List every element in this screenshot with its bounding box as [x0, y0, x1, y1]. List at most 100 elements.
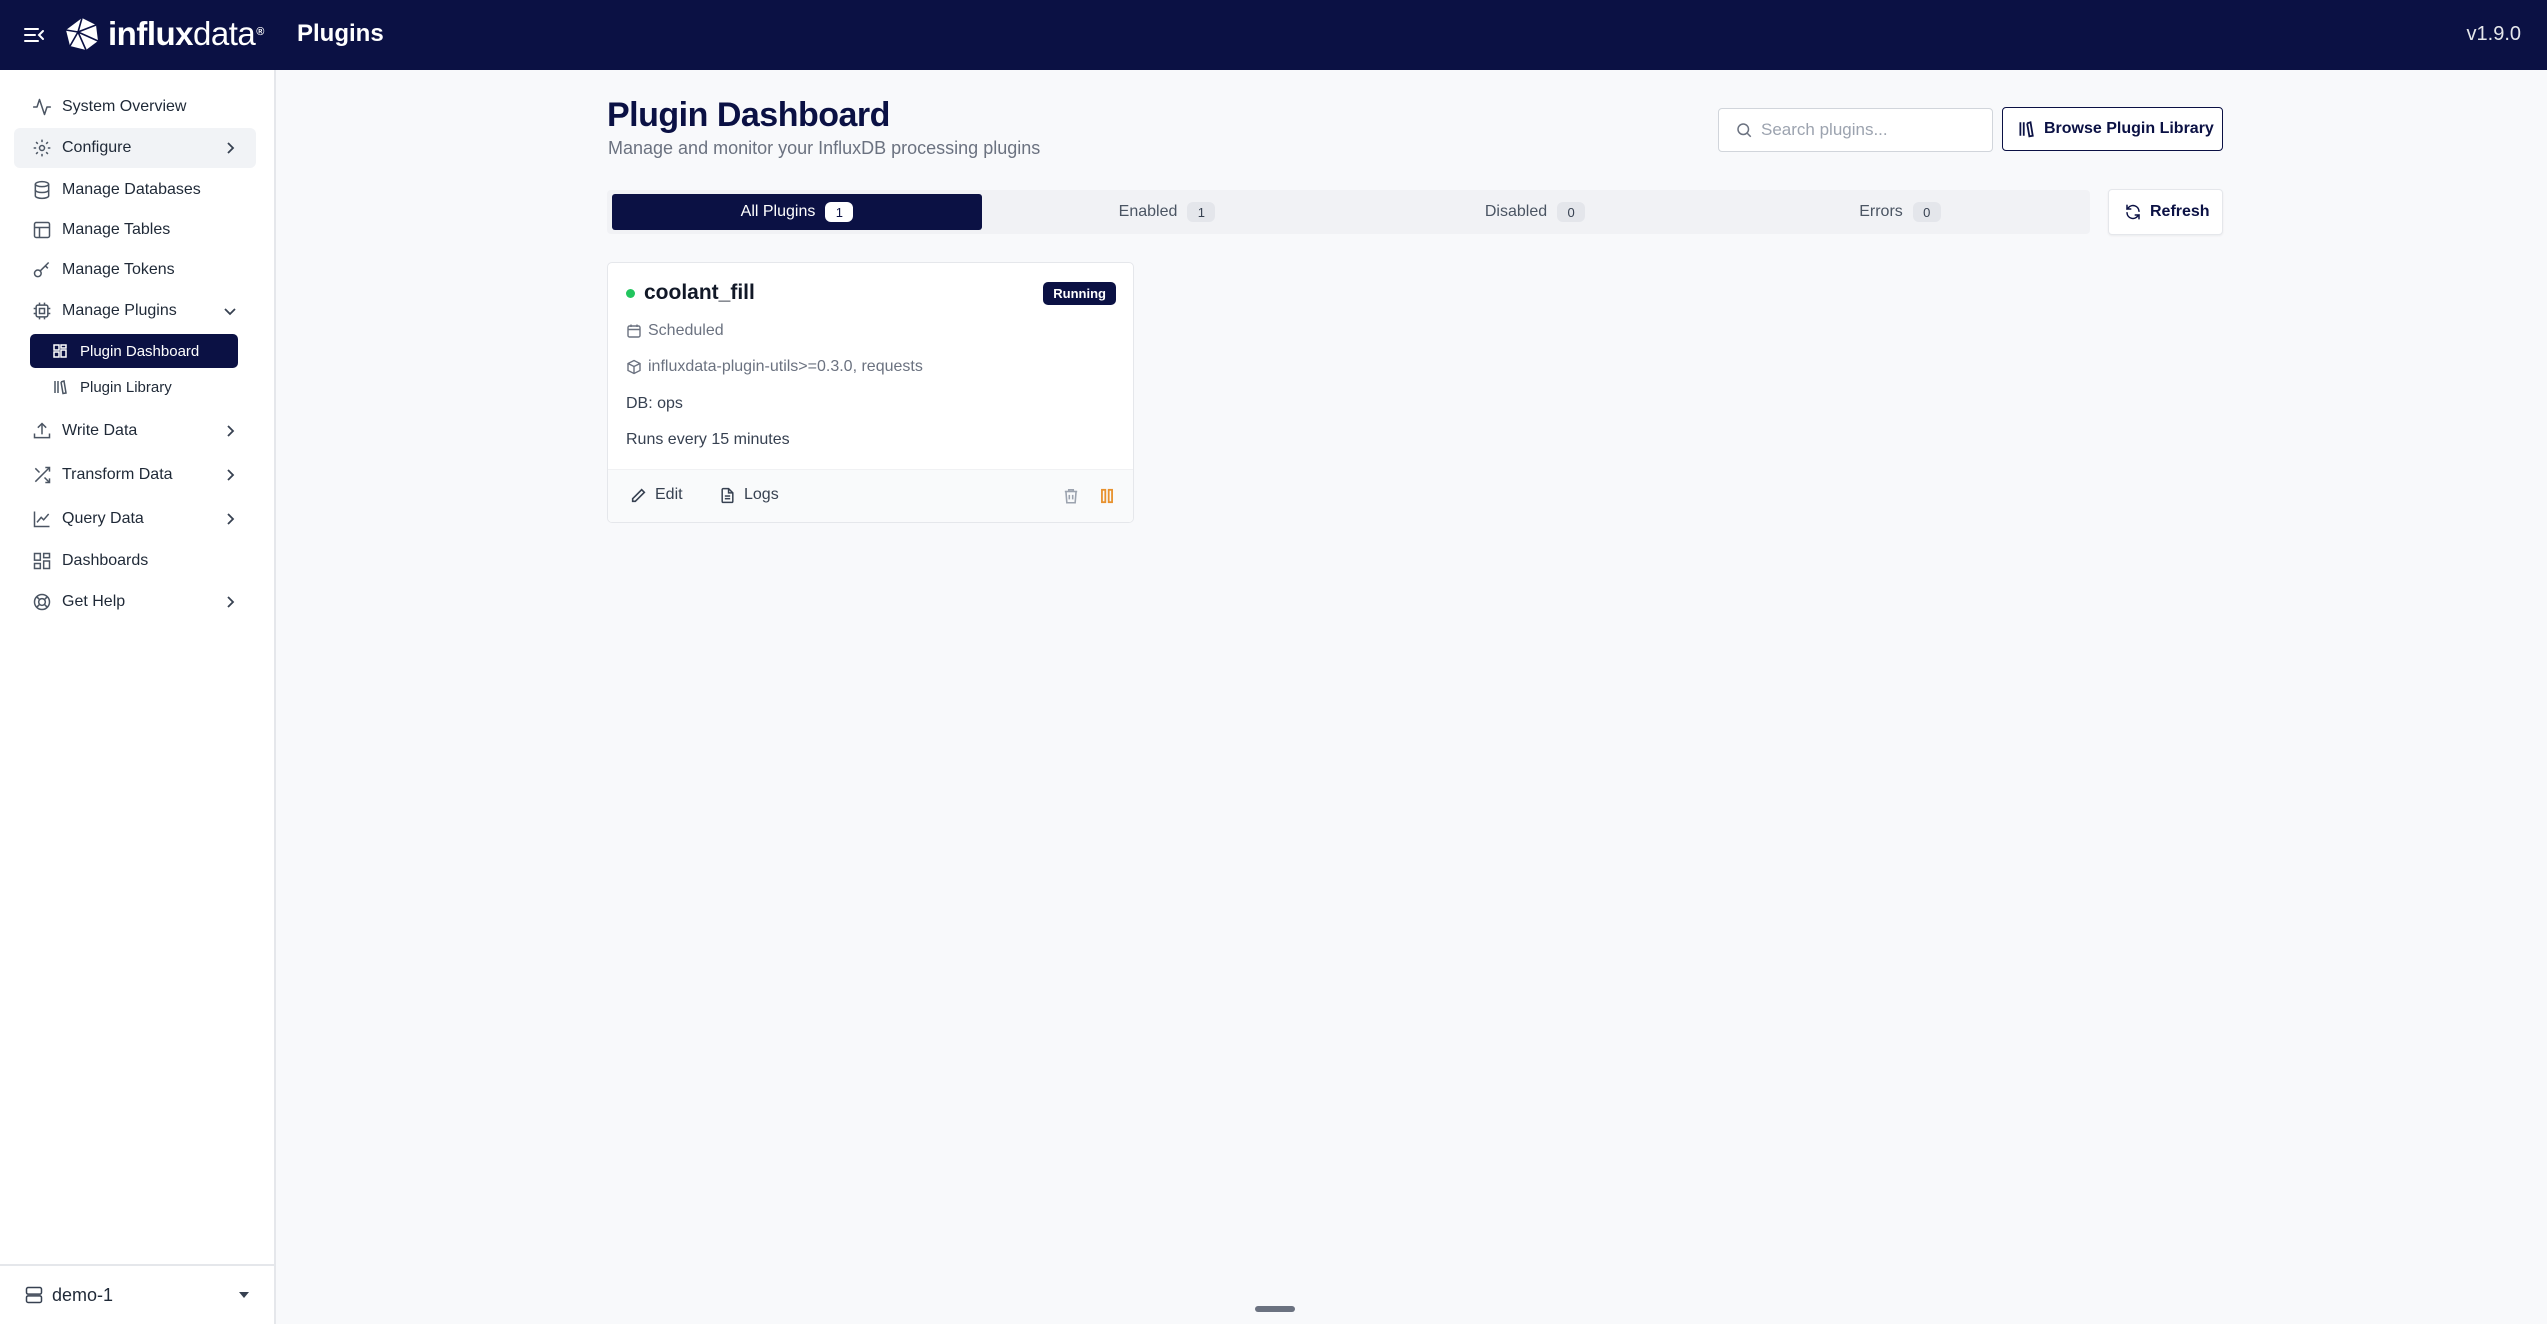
- sidebar-item-label: Write Data: [62, 422, 138, 439]
- calendar-icon: [627, 324, 641, 338]
- tab-count-badge: 0: [1912, 202, 1941, 222]
- shuffle-icon: [34, 466, 51, 484]
- sidebar-item-manage-tokens[interactable]: Manage Tokens: [14, 250, 256, 290]
- dependencies-row: influxdata-plugin-utils>=0.3.0, requests: [626, 358, 923, 376]
- tab-label: Errors: [1859, 203, 1903, 220]
- sidebar-item-label: Manage Plugins: [62, 302, 177, 319]
- sidebar-item-label: Plugin Dashboard: [80, 342, 200, 360]
- plugin-filter-tabs: All Plugins 1 Enabled 1 Disabled 0 Error…: [607, 190, 2090, 234]
- pencil-icon: [631, 488, 646, 502]
- database-icon: [34, 180, 50, 200]
- tab-label: All Plugins: [740, 203, 816, 220]
- trash-icon[interactable]: [1062, 487, 1080, 505]
- plugin-card: coolant_fill Running Scheduled influxdat…: [607, 262, 1134, 523]
- search-input[interactable]: [1761, 120, 1981, 140]
- gear-icon: [33, 139, 51, 157]
- chevron-right-icon: [227, 425, 235, 437]
- sidebar-item-label: Transform Data: [62, 466, 173, 483]
- file-text-icon: [721, 487, 734, 503]
- sidebar-item-label: Query Data: [62, 510, 144, 527]
- sidebar-item-manage-tables[interactable]: Manage Tables: [14, 210, 256, 250]
- plugin-card-footer: Edit Logs: [608, 469, 1133, 522]
- sidebar-item-plugin-dashboard[interactable]: Plugin Dashboard: [30, 334, 238, 368]
- status-badge: Running: [1043, 282, 1116, 305]
- status-dot: [626, 289, 635, 298]
- sidebar-item-label: Manage Databases: [62, 181, 201, 198]
- sidebar-item-write-data[interactable]: Write Data: [14, 411, 256, 451]
- sidebar-item-label: System Overview: [62, 98, 187, 115]
- activity-icon: [32, 98, 52, 116]
- tab-count-badge: 0: [1557, 202, 1586, 222]
- server-icon: [25, 1286, 43, 1304]
- sidebar-item-label: Manage Tables: [62, 221, 171, 238]
- tab-errors[interactable]: Errors 0: [1715, 194, 2085, 230]
- edit-label: Edit: [655, 486, 683, 503]
- sidebar-item-plugin-library[interactable]: Plugin Library: [30, 370, 238, 404]
- refresh-label: Refresh: [2150, 203, 2210, 220]
- search-icon: [1737, 123, 1752, 138]
- sidebar-item-label: Manage Tokens: [62, 261, 175, 278]
- schedule-text: Runs every 15 minutes: [626, 431, 790, 448]
- edit-button[interactable]: Edit: [630, 486, 683, 504]
- tab-label: Disabled: [1484, 203, 1548, 220]
- sidebar-item-manage-databases[interactable]: Manage Databases: [14, 170, 256, 210]
- tab-disabled[interactable]: Disabled 0: [1350, 194, 1720, 230]
- instance-selector[interactable]: demo-1: [0, 1264, 274, 1324]
- caret-down-icon: [239, 1292, 249, 1298]
- page-subtitle: Manage and monitor your InfluxDB process…: [608, 138, 1041, 158]
- header-page-name: Plugins: [297, 20, 384, 47]
- influxdata-logo[interactable]: influxdata®: [64, 16, 264, 52]
- chevron-down-icon: [224, 308, 236, 316]
- page-title: Plugin Dashboard: [607, 96, 890, 134]
- cpu-icon: [33, 302, 51, 320]
- line-chart-icon: [33, 511, 50, 528]
- resize-handle[interactable]: [1255, 1306, 1295, 1312]
- pause-icon[interactable]: [1098, 487, 1116, 505]
- logs-label: Logs: [744, 486, 779, 503]
- trigger-type-row: Scheduled: [626, 322, 724, 340]
- version-label: v1.9.0: [2466, 23, 2521, 45]
- sidebar-item-label: Plugin Library: [80, 378, 172, 396]
- chevron-right-icon: [227, 142, 235, 154]
- key-icon: [33, 261, 50, 278]
- grid-icon: [33, 552, 51, 570]
- browse-plugin-library-button[interactable]: Browse Plugin Library: [2002, 107, 2223, 151]
- sidebar-item-manage-plugins[interactable]: Manage Plugins: [14, 291, 256, 331]
- lifebuoy-icon: [33, 593, 51, 611]
- logs-button[interactable]: Logs: [719, 486, 779, 504]
- package-icon: [627, 359, 641, 375]
- search-box: [1718, 108, 1993, 152]
- refresh-button[interactable]: Refresh: [2108, 189, 2223, 235]
- sidebar-item-dashboards[interactable]: Dashboards: [14, 541, 256, 581]
- sidebar-item-label: Get Help: [62, 593, 126, 610]
- chevron-right-icon: [227, 596, 235, 608]
- trigger-type: Scheduled: [648, 322, 724, 339]
- tab-enabled[interactable]: Enabled 1: [982, 194, 1352, 230]
- instance-name: demo-1: [52, 1284, 114, 1305]
- chevron-right-icon: [227, 469, 235, 481]
- sidebar-item-configure[interactable]: Configure: [14, 128, 256, 168]
- chevron-right-icon: [227, 513, 235, 525]
- dependencies: influxdata-plugin-utils>=0.3.0, requests: [648, 358, 923, 375]
- tab-label: Enabled: [1118, 203, 1178, 220]
- sidebar: System Overview Configure Manage Databas…: [0, 70, 276, 1324]
- sidebar-item-label: Configure: [62, 139, 132, 156]
- library-icon: [2019, 121, 2034, 138]
- brand-wordmark: influxdata®: [108, 15, 264, 52]
- tab-count-badge: 1: [1187, 202, 1216, 222]
- plugin-name[interactable]: coolant_fill: [644, 281, 755, 305]
- table-icon: [33, 221, 51, 239]
- sidebar-item-transform-data[interactable]: Transform Data: [14, 455, 256, 495]
- sidebar-item-query-data[interactable]: Query Data: [14, 499, 256, 539]
- tab-count-badge: 1: [825, 202, 854, 222]
- collapse-menu-icon[interactable]: [22, 23, 46, 47]
- sidebar-item-label: Dashboards: [62, 552, 149, 569]
- sidebar-item-system-overview[interactable]: System Overview: [14, 87, 256, 127]
- refresh-icon: [2126, 204, 2140, 220]
- dashboard-icon: [53, 344, 67, 358]
- influxdata-cube-icon: [65, 17, 99, 51]
- browse-button-label: Browse Plugin Library: [2044, 120, 2214, 137]
- sidebar-item-get-help[interactable]: Get Help: [14, 582, 256, 622]
- database-name: DB: ops: [626, 395, 683, 412]
- tab-all-plugins[interactable]: All Plugins 1: [612, 194, 982, 230]
